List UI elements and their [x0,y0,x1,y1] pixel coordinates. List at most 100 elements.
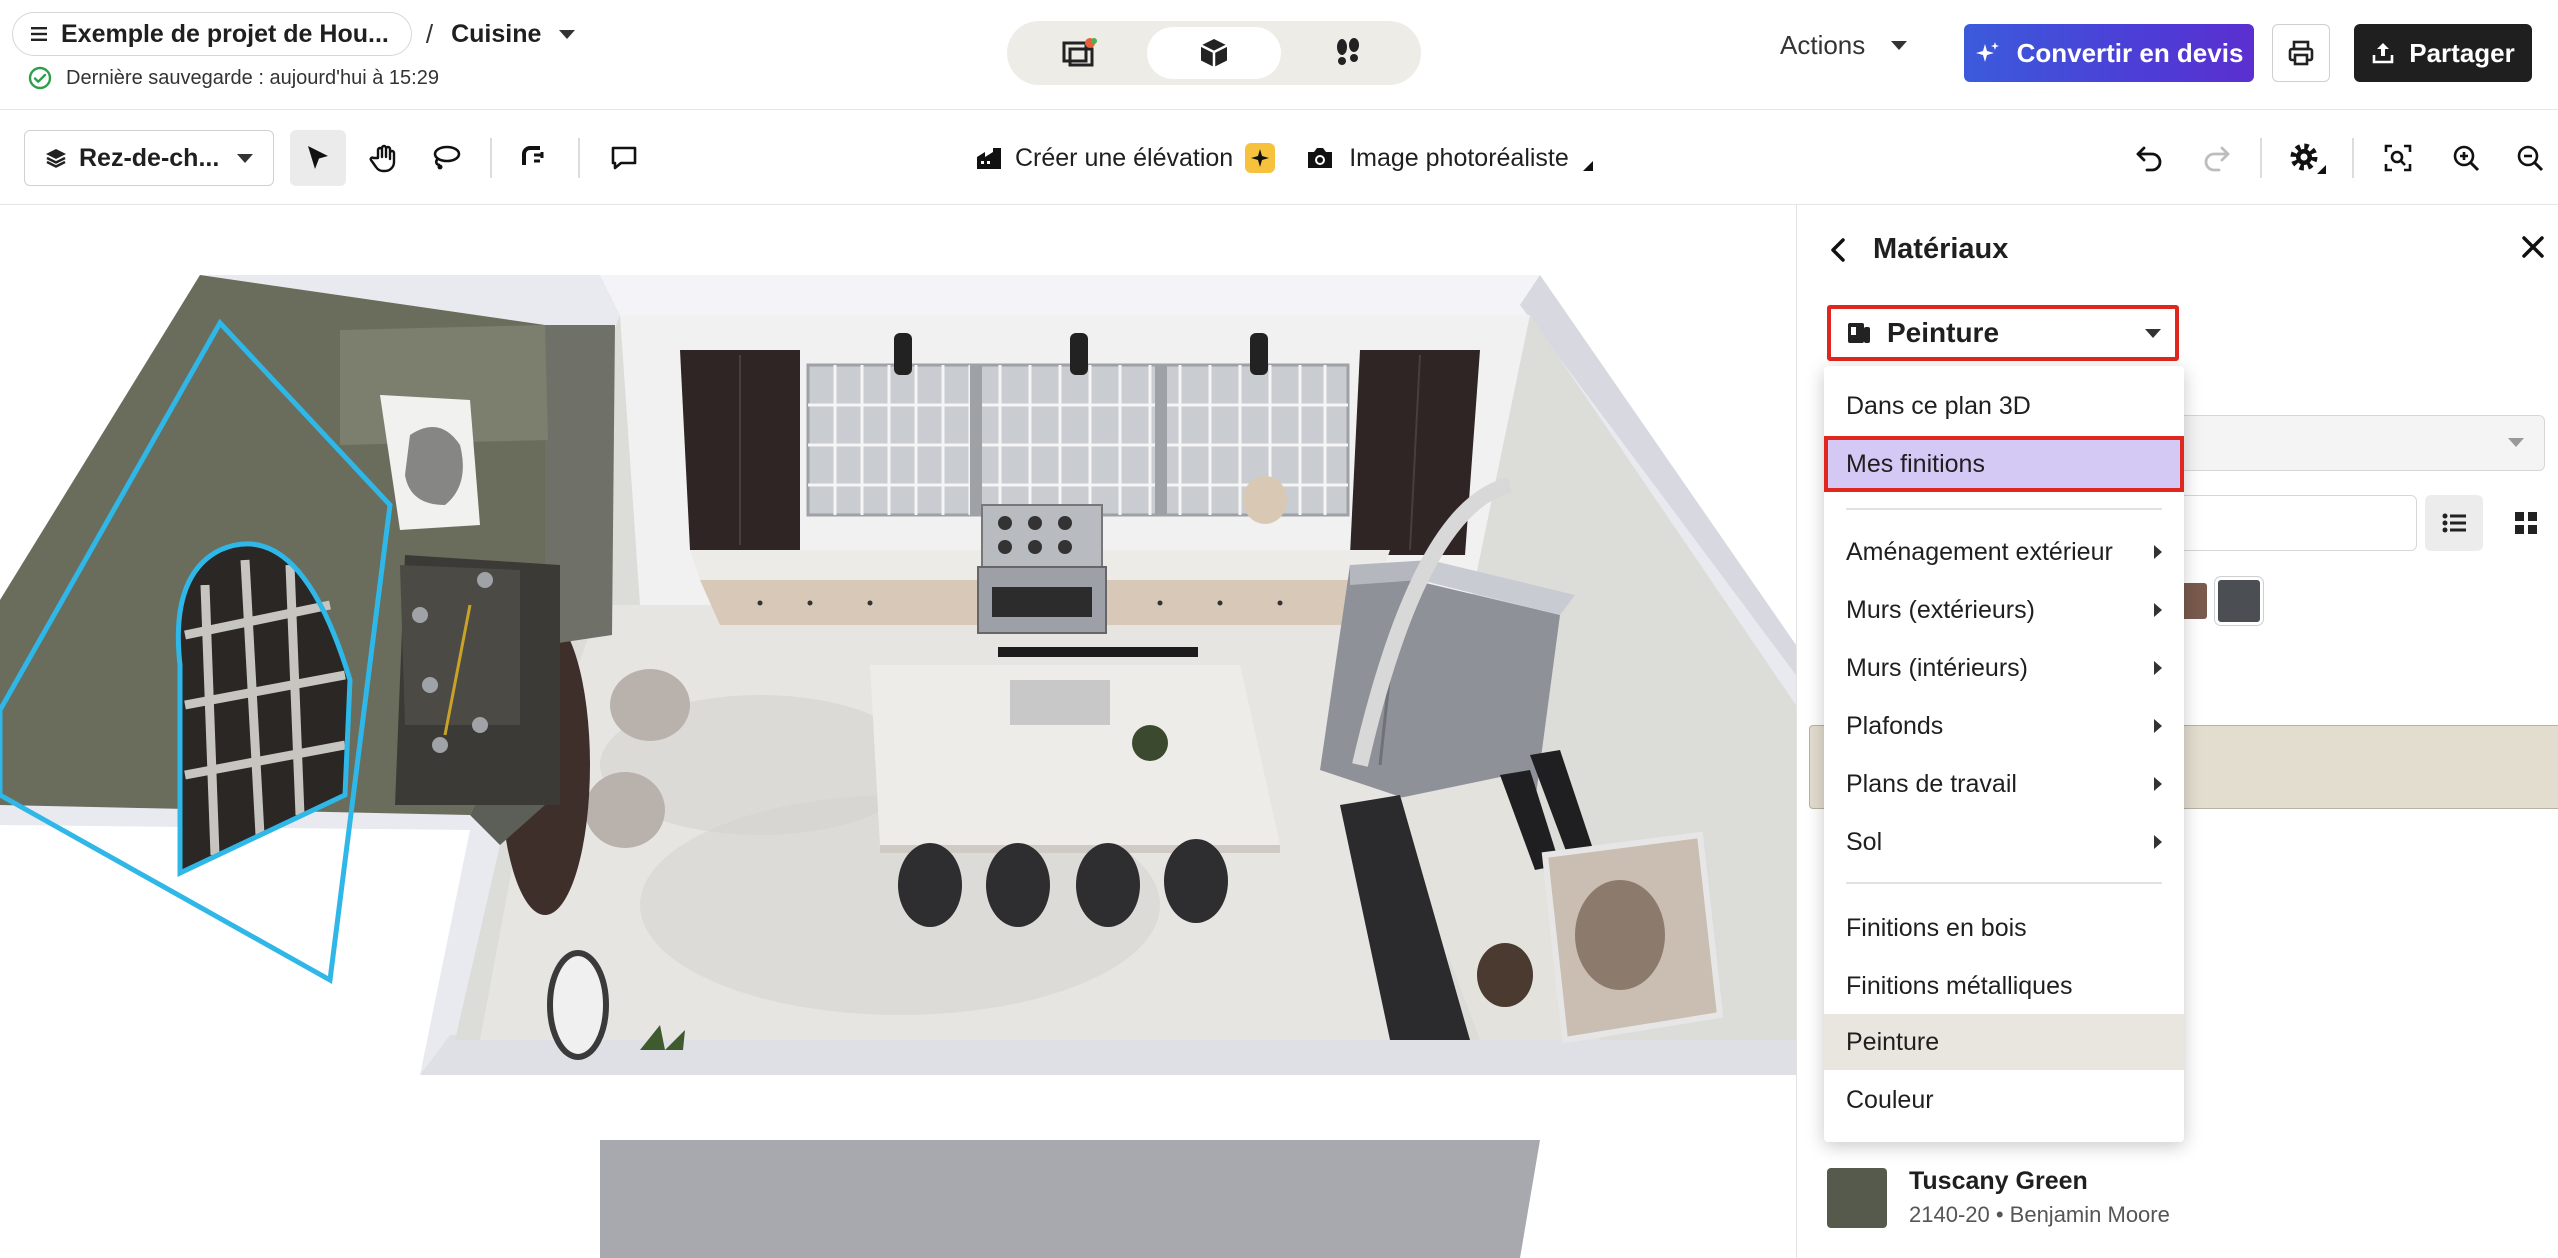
close-icon [2521,235,2545,259]
menu-item-landscaping[interactable]: Aménagement extérieur [1824,524,2184,580]
menu-item-in-this-plan[interactable]: Dans ce plan 3D [1824,378,2184,434]
material-result-item[interactable]: Tuscany Green 2140-20 • Benjamin Moore [1827,1167,2170,1228]
material-name: Tuscany Green [1909,1167,2088,1195]
menu-item-wood-finishes[interactable]: Finitions en bois [1824,900,2184,956]
room-name: Cuisine [451,19,542,48]
chevron-right-icon [2154,603,2162,617]
menu-item-ceilings[interactable]: Plafonds [1824,698,2184,754]
focus-search-icon [2383,143,2413,173]
settings-button[interactable] [2280,130,2336,186]
sparkle-icon [1975,40,2001,66]
measure-icon [518,143,550,173]
select-tool-button[interactable] [290,130,346,186]
actions-label: Actions [1780,30,1866,60]
category-dropdown-menu: Dans ce plan 3D Mes finitions Aménagemen… [1824,366,2184,1142]
menu-item-label: Murs (extérieurs) [1846,595,2035,624]
category-select[interactable]: Peinture [1827,305,2179,361]
chevron-down-icon [1891,41,1908,50]
grid-view-button[interactable] [2497,495,2555,551]
save-status-text: Dernière sauvegarde : aujourd'hui à 15:2… [66,66,439,89]
save-status: Dernière sauvegarde : aujourd'hui à 15:2… [28,66,439,90]
recent-swatch[interactable] [2181,583,2207,619]
undo-button[interactable] [2122,130,2178,186]
menu-item-countertops[interactable]: Plans de travail [1824,756,2184,812]
menu-item-paint[interactable]: Peinture [1824,1014,2184,1070]
menu-item-my-finishes[interactable]: Mes finitions [1824,436,2184,492]
menu-item-floor[interactable]: Sol [1824,814,2184,870]
undo-icon [2135,144,2165,172]
3d-viewport[interactable] [0,205,1796,1258]
hand-icon [369,143,399,173]
redo-button[interactable] [2188,130,2244,186]
list-view-button[interactable] [2425,495,2483,551]
comment-tool-button[interactable] [596,130,652,186]
lasso-tool-button[interactable] [418,130,474,186]
back-arrow-icon[interactable] [1829,237,1847,263]
category-selected-label: Peinture [1887,317,2000,348]
corner-arrow-icon [1582,145,1593,171]
building-icon [975,145,1003,171]
level-label: Rez-de-ch... [79,143,220,172]
zoom-in-button[interactable] [2438,130,2494,186]
menu-item-label: Finitions en bois [1846,913,2027,942]
menu-item-label: Dans ce plan 3D [1846,391,2031,420]
zoom-out-icon [2515,143,2545,173]
menu-item-exterior-walls[interactable]: Murs (extérieurs) [1824,582,2184,638]
share-button[interactable]: Partager [2354,24,2532,82]
camera-icon [1305,145,1335,171]
gear-icon [2288,141,2328,175]
measure-tool-button[interactable] [506,130,562,186]
chevron-down-icon [2145,328,2161,338]
project-menu-button[interactable]: Exemple de projet de Hou... [12,12,412,56]
menu-item-interior-walls[interactable]: Murs (intérieurs) [1824,640,2184,696]
chevron-down-icon [237,153,253,163]
view-2d-button[interactable] [1013,27,1147,79]
create-elevation-button[interactable]: Créer une élévation [975,143,1276,173]
focus-button[interactable] [2370,130,2426,186]
recent-swatch-selected[interactable] [2215,577,2263,625]
convert-to-quote-button[interactable]: Convertir en devis [1964,24,2254,82]
close-panel-button[interactable] [2521,235,2545,259]
menu-item-label: Peinture [1846,1027,1940,1056]
menu-divider [1846,882,2162,884]
print-button[interactable] [2272,24,2330,82]
sparkle-badge-icon [1245,143,1276,173]
photoreal-image-button[interactable]: Image photoréaliste [1305,144,1593,173]
3d-kitchen-render [0,275,1796,1258]
menu-item-label: Plans de travail [1846,769,2017,798]
chevron-down-icon [2508,438,2524,447]
center-tools: Créer une élévation Image photoréaliste [975,130,1593,186]
chevron-right-icon [2154,777,2162,791]
chevron-right-icon [2154,661,2162,675]
convert-label: Convertir en devis [2016,37,2244,68]
share-label: Partager [2409,37,2515,68]
view-3d-button[interactable] [1147,27,1281,79]
toolbar-divider [2352,138,2354,178]
panel-header: Matériaux [1829,233,2008,266]
layers-icon [45,147,67,169]
menu-item-label: Aménagement extérieur [1846,537,2113,566]
view-mode-toggle [1007,21,1421,85]
menu-item-label: Mes finitions [1846,449,1985,478]
toolbar-divider [2260,138,2262,178]
zoom-out-button[interactable] [2502,130,2558,186]
walkthrough-button[interactable] [1281,27,1415,79]
room-select[interactable]: Cuisine [451,19,576,49]
menu-item-metal-finishes[interactable]: Finitions métalliques [1824,958,2184,1014]
material-detail: 2140-20 • Benjamin Moore [1909,1202,2170,1227]
toolbar: Rez-de-ch... Créer une élévation Image p… [0,110,2558,205]
chevron-right-icon [2154,835,2162,849]
menu-item-label: Plafonds [1846,711,1944,740]
filter-select[interactable] [2127,415,2545,471]
menu-item-color[interactable]: Couleur [1824,1072,2184,1128]
top-header: Exemple de projet de Hou... / Cuisine De… [0,0,2558,110]
panel-title: Matériaux [1873,233,2009,265]
chevron-down-icon [559,29,576,39]
project-name: Exemple de projet de Hou... [61,19,389,48]
floorplan-2d-icon [1060,35,1100,71]
lasso-icon [430,143,462,173]
redo-icon [2201,144,2231,172]
pan-tool-button[interactable] [356,130,412,186]
level-select[interactable]: Rez-de-ch... [24,130,274,186]
actions-menu-button[interactable]: Actions [1780,30,1908,61]
